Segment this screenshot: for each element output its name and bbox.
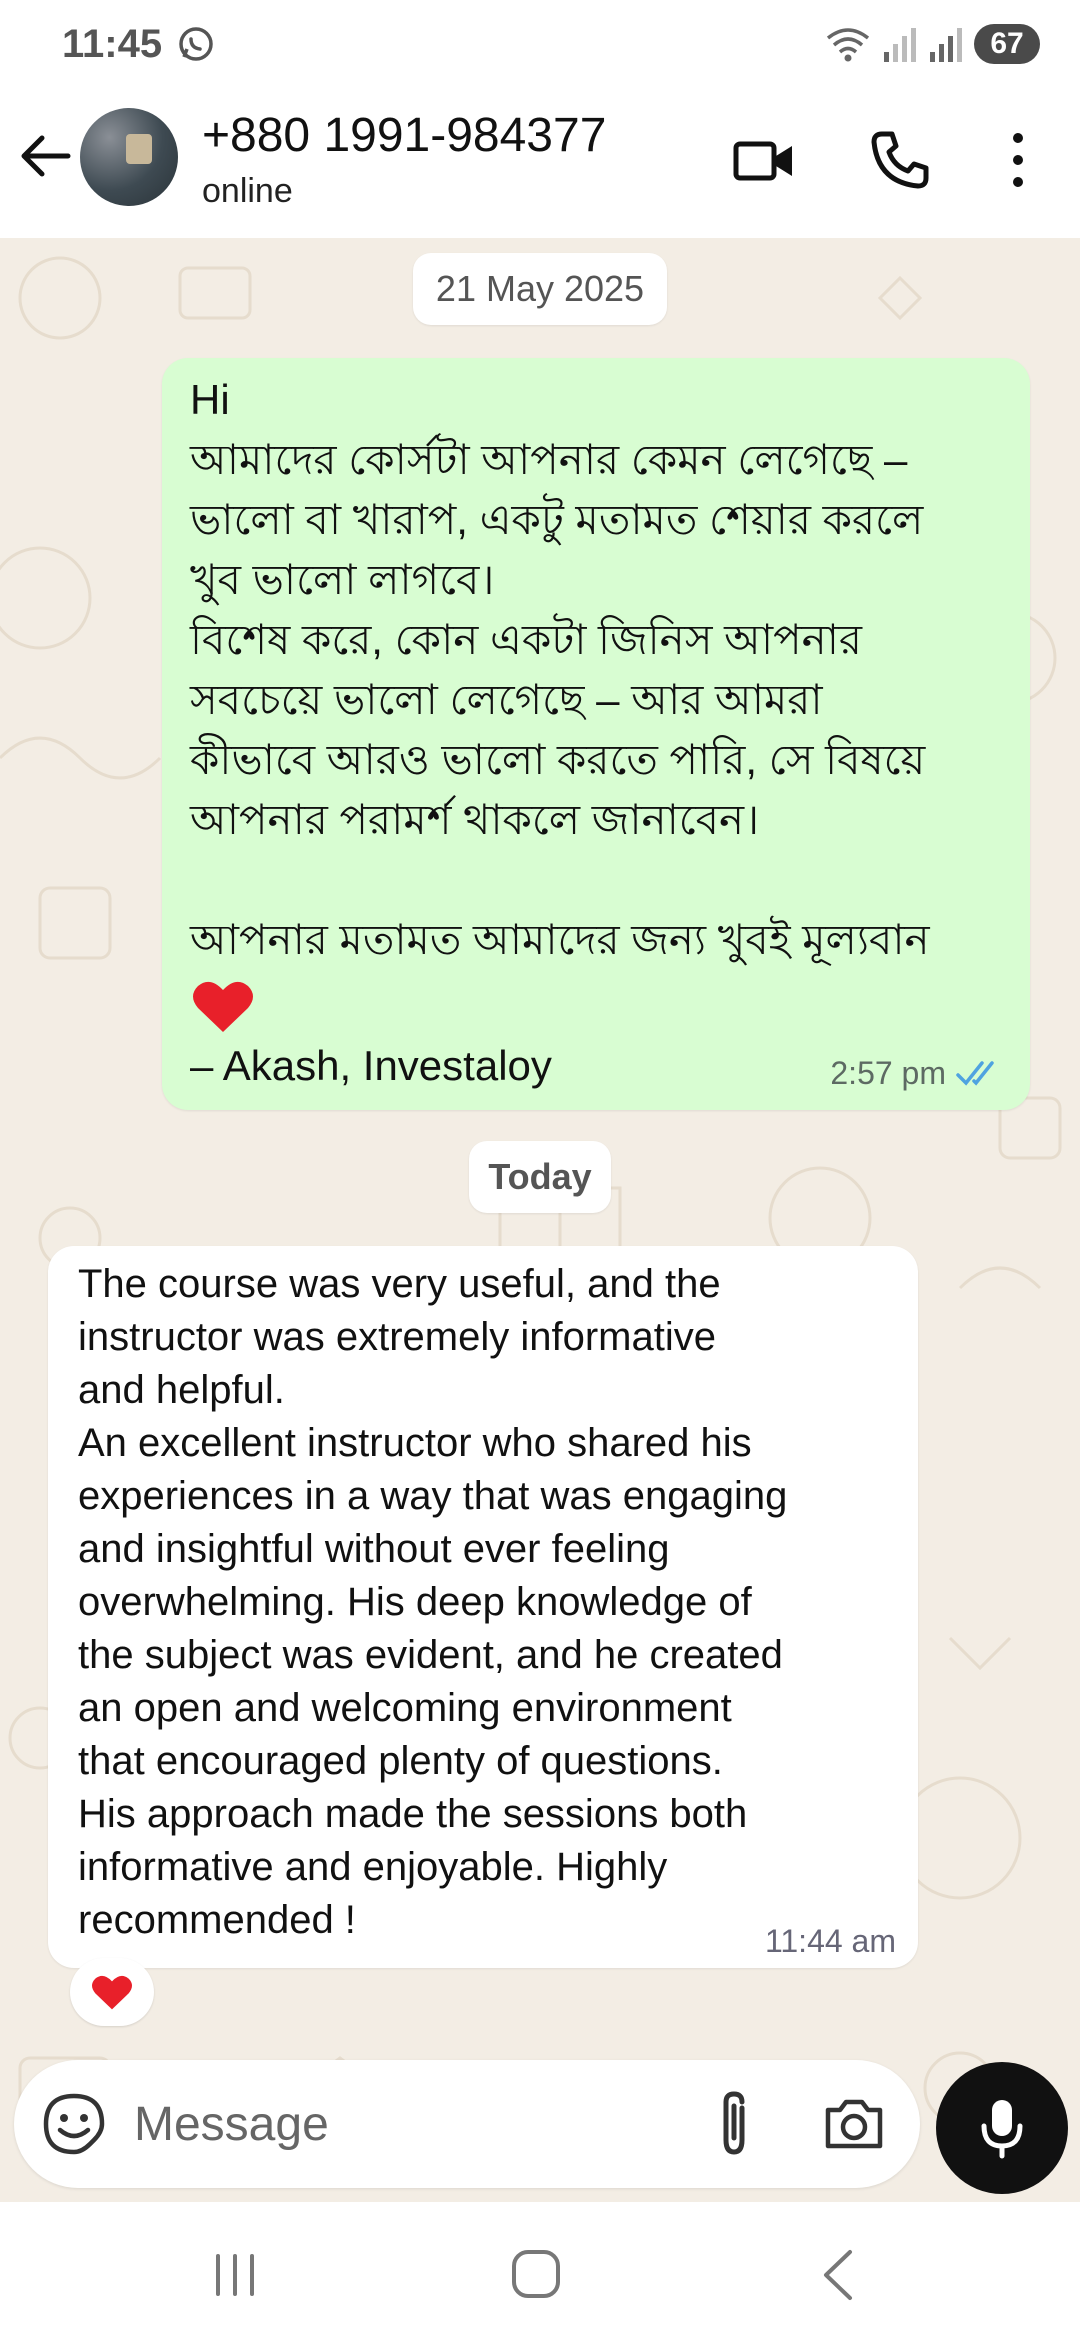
status-time: 11:45: [62, 22, 163, 66]
microphone-icon: [981, 2100, 1023, 2159]
outgoing-message-body: Hi আমাদের কোর্সটা আপনার কেমন লেগেছে – ভা…: [190, 376, 930, 963]
camera-icon[interactable]: [822, 2092, 886, 2156]
outgoing-message-time: 2:57 pm: [830, 1055, 946, 1091]
chat-header: +880 1991-984377 online: [0, 88, 1080, 238]
heart-emoji: [193, 981, 253, 1032]
battery-indicator: 67: [974, 24, 1040, 64]
outgoing-message-signature: – Akash, Investaloy: [190, 1042, 552, 1089]
chat-area[interactable]: 21 May 2025 Hi আমাদের কোর্সটা আপনার কেমন…: [0, 238, 1080, 2202]
back-arrow-icon[interactable]: [18, 128, 74, 184]
sticker-icon[interactable]: [42, 2092, 106, 2156]
status-bar: 11:45 67: [0, 0, 1080, 88]
signal-icon-1: [884, 28, 916, 62]
more-options-icon[interactable]: [1000, 128, 1036, 192]
message-input[interactable]: [134, 2084, 694, 2164]
incoming-message-text: The course was very useful, and the inst…: [78, 1262, 788, 1942]
wifi-icon: [826, 28, 870, 62]
voice-message-button[interactable]: [936, 2062, 1068, 2194]
heart-reaction-icon: [92, 1975, 132, 2010]
contact-avatar[interactable]: [80, 108, 178, 206]
nav-back-icon[interactable]: [818, 2248, 858, 2302]
contact-status: online: [202, 172, 293, 210]
outgoing-message[interactable]: Hi আমাদের কোর্সটা আপনার কেমন লেগেছে – ভা…: [162, 358, 1030, 1110]
message-composer: [14, 2060, 920, 2188]
contact-name[interactable]: +880 1991-984377: [202, 108, 606, 163]
outgoing-message-meta: 2:57 pm: [830, 1055, 1006, 1092]
outgoing-message-text: Hi আমাদের কোর্সটা আপনার কেমন লেগেছে – ভা…: [190, 370, 1010, 1096]
read-ticks-icon: [956, 1060, 994, 1086]
date-chip: Today: [469, 1141, 611, 1213]
incoming-message-time: 11:44 am: [764, 1923, 896, 1959]
recent-apps-icon[interactable]: [210, 2252, 260, 2298]
incoming-message[interactable]: The course was very useful, and the inst…: [48, 1246, 918, 1968]
whatsapp-status-icon: [179, 27, 213, 61]
date-chip: 21 May 2025: [413, 253, 667, 325]
system-nav-bar: [0, 2202, 1080, 2340]
attach-icon[interactable]: [706, 2088, 762, 2160]
home-icon[interactable]: [510, 2248, 562, 2300]
video-call-icon[interactable]: [732, 128, 796, 192]
signal-icon-2: [930, 28, 962, 62]
phone-call-icon[interactable]: [868, 128, 932, 192]
message-reaction[interactable]: [70, 1958, 154, 2026]
